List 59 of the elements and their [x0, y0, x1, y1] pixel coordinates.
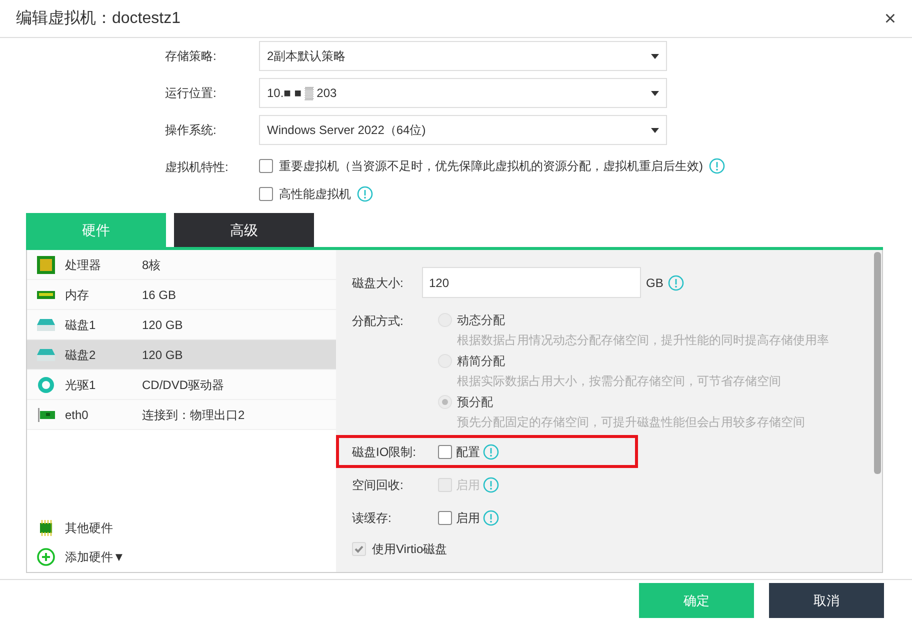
field-label: 存储策略: — [165, 48, 218, 65]
checkbox-label: 启用 — [456, 510, 480, 526]
caret-icon — [651, 90, 659, 96]
radio-label: 精简分配 — [457, 353, 505, 370]
dropdown[interactable]: Windows Server 2022（64位) — [259, 115, 667, 145]
circuit-board-icon — [39, 520, 53, 536]
caret-icon — [651, 128, 659, 132]
tab[interactable]: 高级 — [174, 213, 314, 247]
disk-size-input[interactable]: 120 — [422, 267, 641, 298]
dropdown[interactable]: 10.■ ■ ▒ 203 — [259, 78, 667, 108]
checkbox[interactable] — [259, 187, 273, 201]
checkbox[interactable] — [259, 159, 273, 173]
checkmark-icon — [354, 544, 364, 554]
checkbox-label: 高性能虚拟机 — [279, 186, 351, 203]
scrollbar-thumb[interactable] — [874, 252, 880, 474]
close-button[interactable]: × — [884, 8, 896, 28]
info-icon[interactable] — [709, 158, 725, 174]
window-title: 编辑虚拟机：doctestz1 — [16, 8, 180, 28]
hardware-list-item[interactable]: 磁盘1 120 GB — [27, 310, 336, 340]
field-label: 磁盘IO限制: — [352, 444, 418, 460]
field-label: 磁盘大小: — [352, 274, 404, 292]
checkbox[interactable] — [438, 444, 452, 458]
disc-icon — [38, 376, 54, 392]
unit-label: GB — [646, 274, 664, 292]
option-description: 根据实际数据占用大小，按需分配存储空间，可节省存储空间 — [456, 373, 782, 390]
info-icon[interactable] — [483, 510, 499, 526]
field-label: 分配方式: — [352, 313, 404, 330]
info-icon[interactable] — [357, 186, 373, 202]
radio-label: 动态分配 — [457, 312, 505, 329]
option-description: 预先分配固定的存储空间，可提升磁盘性能但会占用较多存储空间 — [456, 414, 806, 431]
checkbox-label: 重要虚拟机（当资源不足时，优先保障此虚拟机的资源分配，虚拟机重启后生效) — [279, 158, 703, 175]
caret-icon — [651, 54, 659, 58]
option-description: 根据数据占用情况动态分配存储空间，提升性能的同时提高存储使用率 — [456, 332, 829, 349]
field-label: 操作系统: — [165, 122, 218, 139]
checkbox-label: 配置 — [456, 444, 480, 460]
radio-label: 预分配 — [457, 394, 493, 411]
field-label: 空间回收: — [352, 476, 404, 494]
cancel-button[interactable]: 取消 — [769, 583, 884, 618]
drive-icon — [37, 318, 55, 330]
hardware-list-item[interactable]: 光驱1 CD/DVD驱动器 — [27, 370, 336, 400]
field-label: 读缓存: — [352, 510, 392, 526]
checkbox[interactable] — [438, 510, 452, 524]
info-icon[interactable] — [668, 274, 684, 290]
add-icon — [37, 548, 55, 566]
checkbox-label: 使用Virtio磁盘 — [372, 541, 448, 558]
hardware-list-item[interactable]: 处理器 8核 — [27, 250, 336, 280]
hardware-list-item[interactable]: 其他硬件 — [27, 514, 336, 542]
hardware-list-item[interactable]: 磁盘2 120 GB — [27, 340, 336, 370]
field-label: 运行位置: — [165, 85, 218, 102]
add-hardware-button[interactable]: 添加硬件▼ — [27, 542, 336, 572]
drive-icon — [37, 348, 55, 360]
hardware-list-item[interactable]: eth0 连接到：物理出口2 — [27, 400, 336, 430]
info-icon[interactable] — [483, 444, 499, 460]
memory-stick-icon — [37, 290, 55, 298]
hardware-list-item[interactable]: 内存 16 GB — [27, 280, 336, 310]
field-label: 虚拟机特性: — [165, 159, 230, 176]
dropdown[interactable]: 2副本默认策略 — [259, 41, 667, 71]
chip-icon — [37, 256, 55, 274]
network-card-icon — [37, 408, 55, 422]
